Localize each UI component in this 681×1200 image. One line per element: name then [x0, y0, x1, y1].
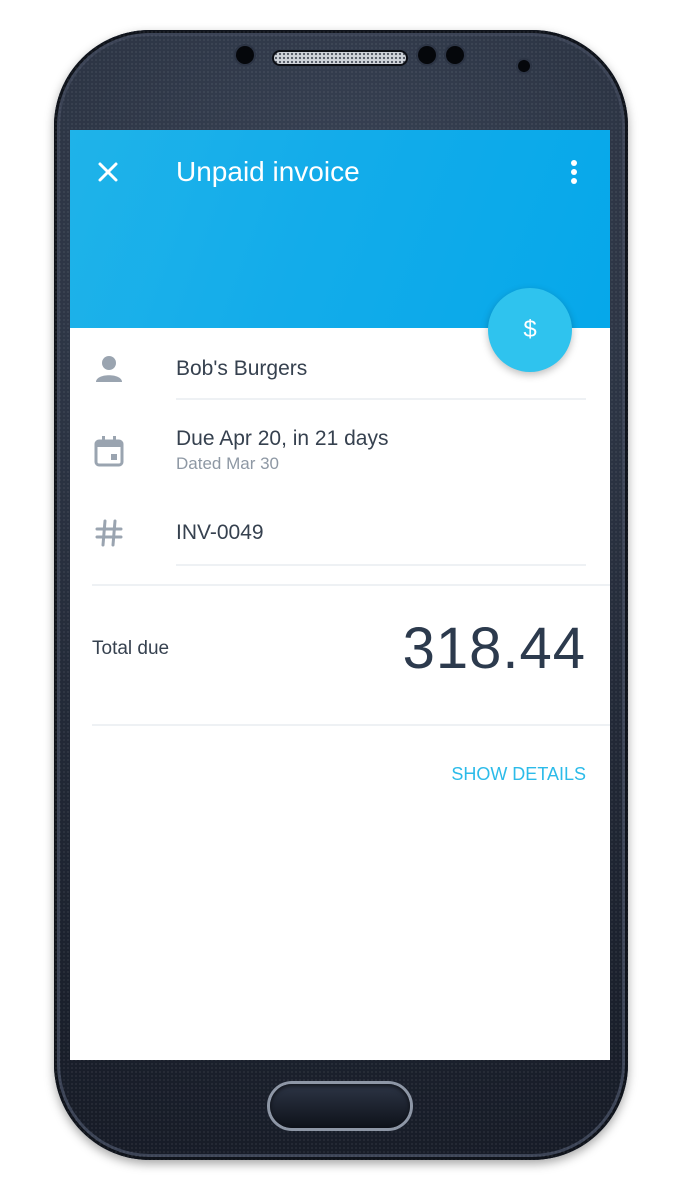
divider — [176, 564, 586, 566]
dated-date: Dated Mar 30 — [176, 454, 279, 473]
sensor-dot — [418, 46, 436, 64]
sensor-dot — [236, 46, 254, 64]
customer-name: Bob's Burgers — [176, 357, 308, 380]
front-camera — [518, 60, 530, 72]
more-vert-icon[interactable] — [560, 156, 588, 188]
divider — [92, 724, 610, 726]
person-icon — [92, 352, 126, 386]
calendar-icon — [92, 434, 126, 468]
invoice-number-row[interactable]: INV-0049 — [70, 514, 610, 564]
due-date: Due Apr 20, in 21 days — [176, 427, 389, 450]
dollar-icon: $ — [523, 316, 537, 343]
divider — [176, 398, 586, 400]
app-screen: Unpaid invoice $ Bob's Burgers Due Apr 2… — [70, 130, 610, 1060]
total-due-amount: 318.44 — [402, 616, 586, 681]
due-date-row[interactable]: Due Apr 20, in 21 days Dated Mar 30 — [70, 426, 610, 486]
home-button[interactable] — [270, 1084, 410, 1128]
total-due-label: Total due — [92, 638, 170, 659]
divider — [92, 584, 610, 586]
app-bar-row: Unpaid invoice — [70, 148, 610, 196]
sensor-dot — [446, 46, 464, 64]
show-details-button[interactable]: SHOW DETAILS — [451, 763, 586, 785]
page-title: Unpaid invoice — [176, 156, 360, 187]
invoice-number: INV-0049 — [176, 521, 264, 544]
customer-row[interactable]: Bob's Burgers — [70, 352, 610, 412]
hash-icon — [92, 516, 126, 550]
close-icon[interactable] — [92, 156, 124, 188]
earpiece-speaker — [274, 52, 406, 64]
